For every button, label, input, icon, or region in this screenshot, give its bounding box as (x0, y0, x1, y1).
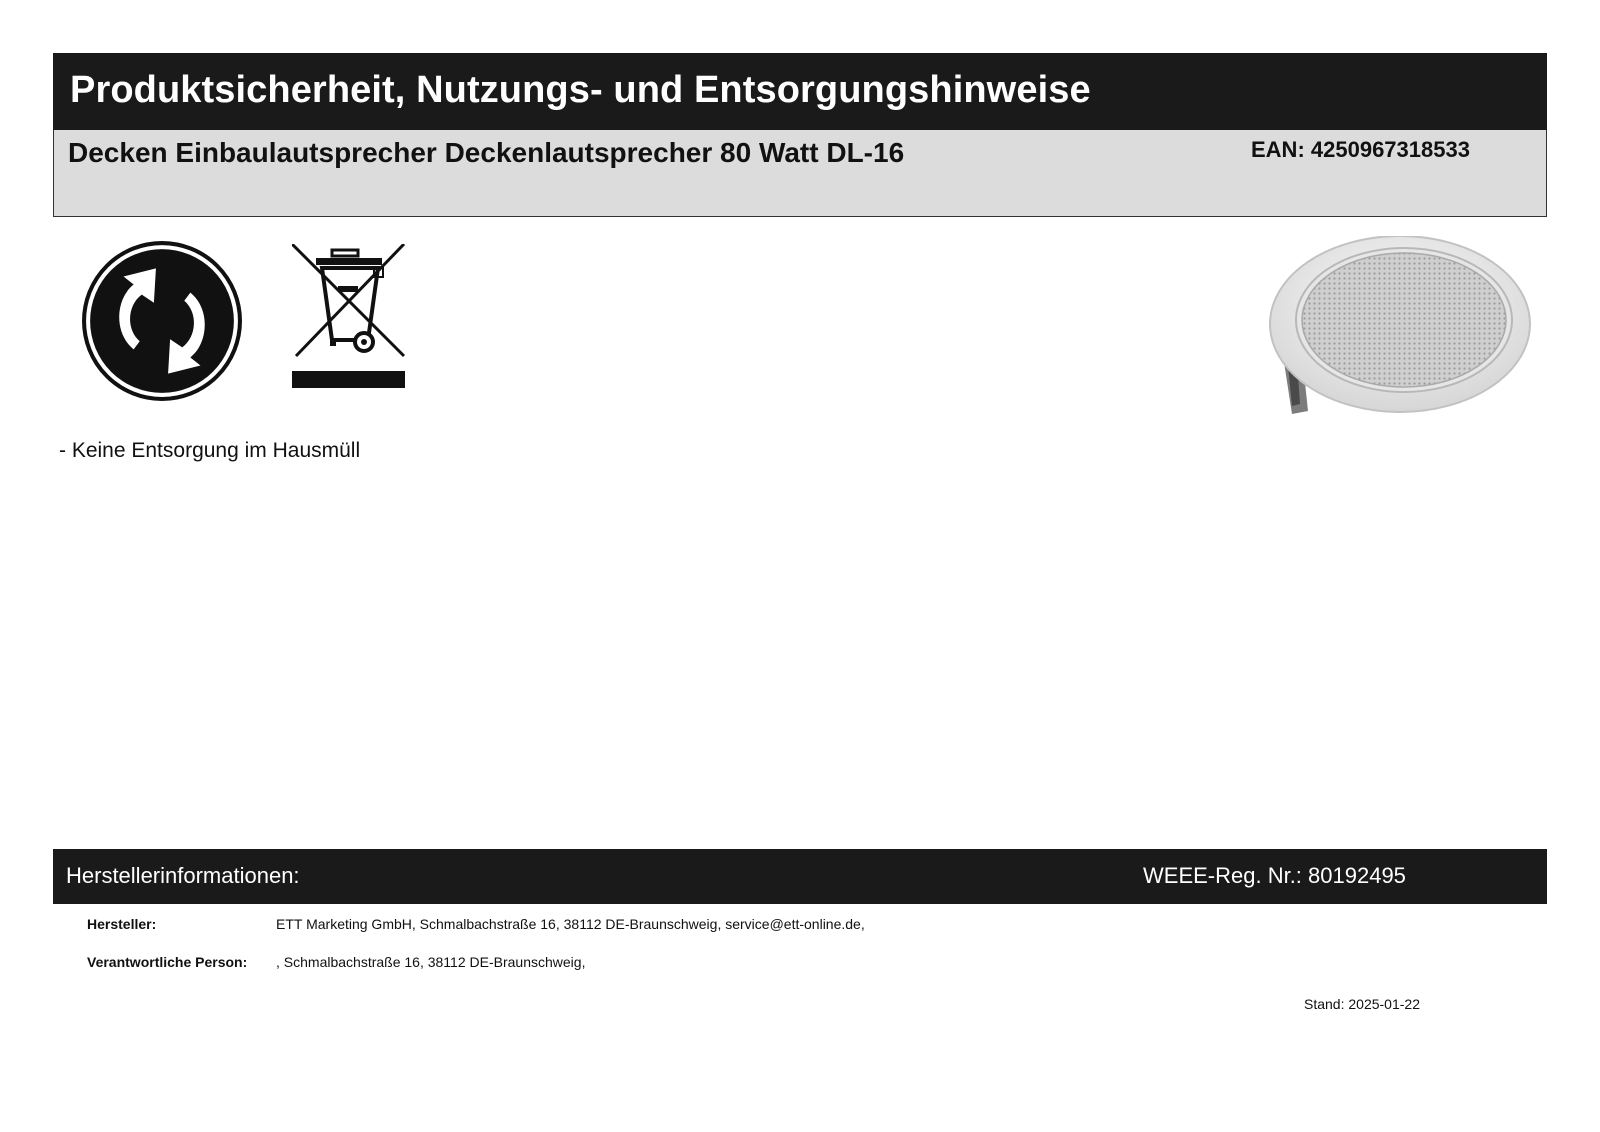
ean-number: EAN: 4250967318533 (1251, 137, 1470, 162)
manufacturer-info-bar: Herstellerinformationen: WEEE-Reg. Nr.: … (53, 849, 1547, 904)
weee-registration-number: WEEE-Reg. Nr.: 80192495 (1143, 863, 1406, 888)
crossed-out-wheelie-bin-icon (292, 244, 406, 388)
disposal-note: - Keine Entsorgung im Hausmüll (59, 439, 361, 462)
green-dot-recycling-icon (82, 241, 242, 401)
manufacturer-section-title: Herstellerinformationen: (66, 863, 300, 888)
responsible-person-value: , Schmalbachstraße 16, 38112 DE-Braunsch… (276, 954, 586, 970)
manufacturer-label: Hersteller: (87, 916, 157, 932)
page-title: Produktsicherheit, Nutzungs- und Entsorg… (70, 69, 1091, 111)
title-bar: Produktsicherheit, Nutzungs- und Entsorg… (53, 53, 1547, 130)
product-bar: Decken Einbaulautsprecher Deckenlautspre… (53, 130, 1547, 217)
document-date: Stand: 2025-01-22 (1304, 996, 1420, 1012)
responsible-person-label: Verantwortliche Person: (87, 954, 248, 970)
manufacturer-value: ETT Marketing GmbH, Schmalbachstraße 16,… (276, 916, 865, 932)
ceiling-speaker-image (1269, 236, 1531, 414)
product-name: Decken Einbaulautsprecher Deckenlautspre… (68, 137, 905, 168)
